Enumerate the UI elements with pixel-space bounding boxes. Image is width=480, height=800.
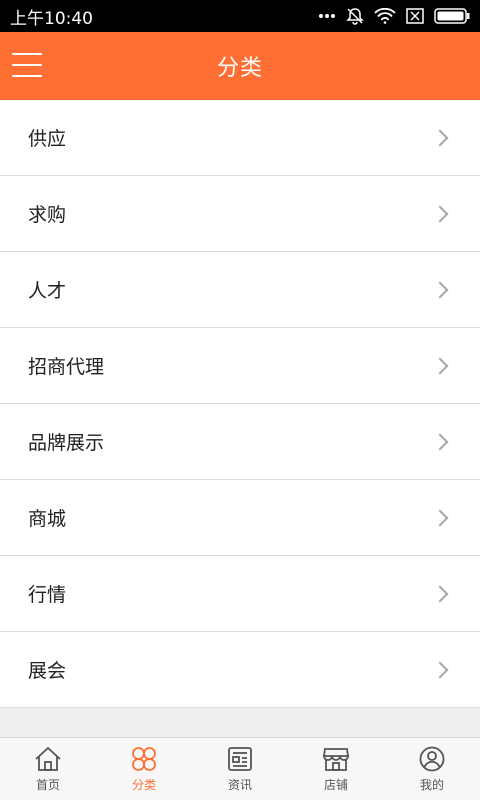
more-icon <box>318 13 336 19</box>
tab-store[interactable]: 店铺 <box>288 738 384 800</box>
wifi-icon <box>374 8 396 24</box>
category-list: 供应 求购 人才 招商代理 品牌展示 商城 行情 展会 <box>0 100 480 708</box>
category-icon <box>130 746 158 772</box>
tab-home[interactable]: 首页 <box>0 738 96 800</box>
category-item[interactable]: 行情 <box>0 556 480 632</box>
chevron-right-icon <box>431 281 449 298</box>
tab-label: 店铺 <box>323 777 348 792</box>
tab-news[interactable]: 资讯 <box>192 738 288 800</box>
category-label: 人才 <box>28 280 67 302</box>
category-label: 展会 <box>28 660 67 682</box>
category-label: 商城 <box>28 508 67 530</box>
category-label: 招商代理 <box>28 356 105 378</box>
status-bar: 上午10:40 <box>0 0 480 32</box>
chevron-right-icon <box>431 129 449 146</box>
page-title: 分类 <box>216 56 263 81</box>
category-item[interactable]: 商城 <box>0 480 480 556</box>
menu-icon[interactable] <box>12 50 42 80</box>
category-item[interactable]: 招商代理 <box>0 328 480 404</box>
bottom-tab-bar: 首页 分类 资讯 店铺 我的 <box>0 737 480 800</box>
category-label: 供应 <box>28 128 67 150</box>
tab-label: 分类 <box>131 777 156 792</box>
battery-icon <box>434 8 470 24</box>
news-icon <box>227 746 253 772</box>
category-label: 品牌展示 <box>28 432 105 454</box>
category-item[interactable]: 品牌展示 <box>0 404 480 480</box>
chevron-right-icon <box>431 433 449 450</box>
app-bar: 分类 <box>0 32 480 100</box>
mute-icon <box>346 7 364 25</box>
status-icons <box>318 7 470 25</box>
category-item[interactable]: 求购 <box>0 176 480 252</box>
profile-icon <box>419 746 445 772</box>
sim-icon <box>406 8 424 24</box>
chevron-right-icon <box>431 585 449 602</box>
chevron-right-icon <box>431 661 449 678</box>
home-icon <box>33 746 63 772</box>
tab-category[interactable]: 分类 <box>96 738 192 800</box>
category-label: 求购 <box>28 204 67 226</box>
chevron-right-icon <box>431 357 449 374</box>
category-item[interactable]: 展会 <box>0 632 480 708</box>
tab-label: 资讯 <box>227 777 252 792</box>
status-time: 上午10:40 <box>10 8 93 29</box>
category-item[interactable]: 人才 <box>0 252 480 328</box>
tab-label: 首页 <box>35 777 60 792</box>
store-icon <box>322 746 350 772</box>
chevron-right-icon <box>431 509 449 526</box>
tab-profile[interactable]: 我的 <box>384 738 480 800</box>
category-label: 行情 <box>28 584 67 606</box>
tab-label: 我的 <box>419 777 444 792</box>
chevron-right-icon <box>431 205 449 222</box>
category-item[interactable]: 供应 <box>0 100 480 176</box>
